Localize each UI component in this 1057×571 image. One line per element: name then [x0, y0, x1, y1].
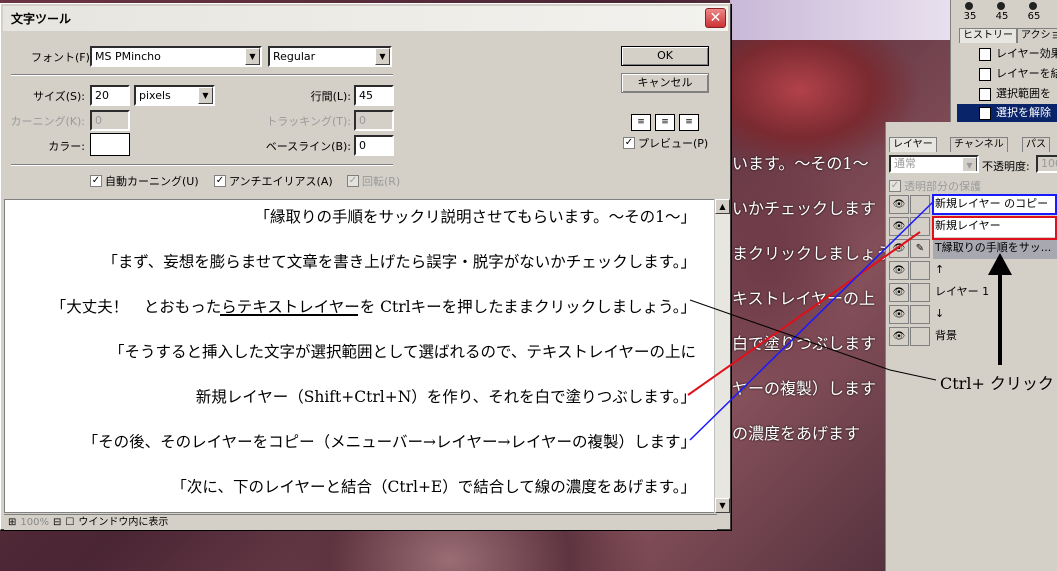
red-connector-line: [687, 231, 921, 396]
annotation-lines: [687, 200, 1012, 441]
blue-connector-line: [689, 200, 935, 441]
arrow-up-icon: [988, 253, 1012, 275]
workspace: います。～その1～ いかチェックします まクリックしましょう キストレイヤーの上…: [0, 0, 1057, 571]
